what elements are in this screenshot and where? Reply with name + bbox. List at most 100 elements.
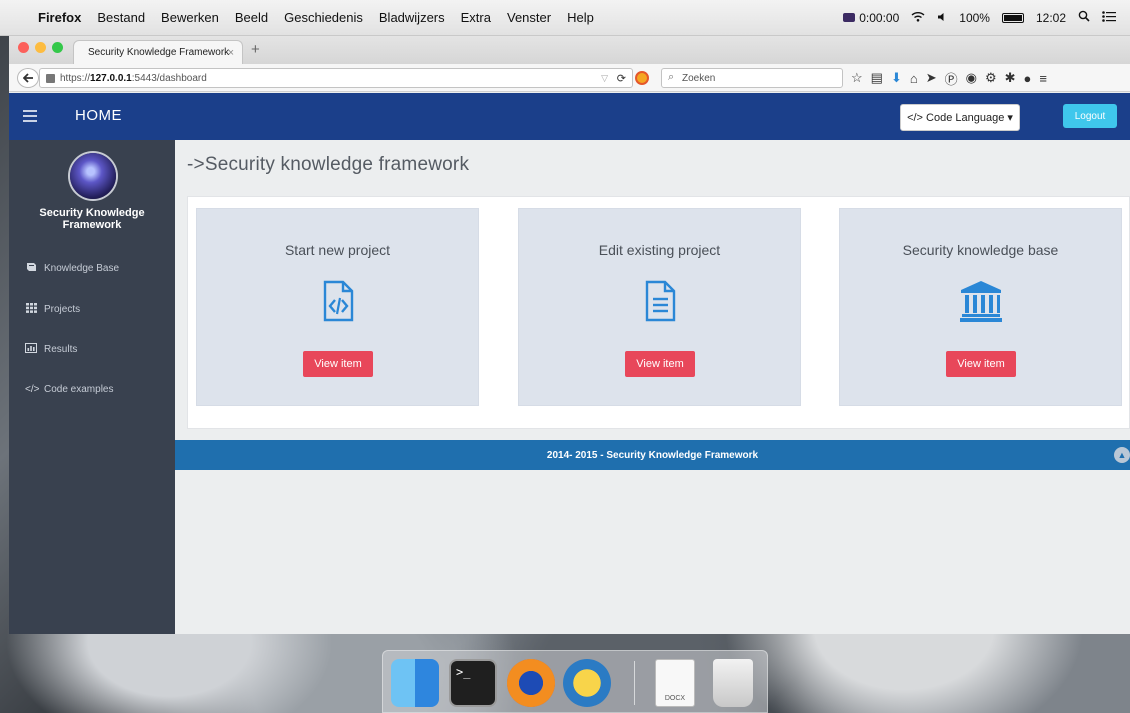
sidebar-item-results[interactable]: Results bbox=[25, 343, 77, 356]
sidebar-item-code-examples[interactable]: </> Code examples bbox=[25, 384, 113, 395]
grid-icon bbox=[25, 303, 37, 316]
window-controls bbox=[18, 42, 63, 53]
send-icon[interactable]: ➤ bbox=[926, 70, 937, 86]
menu-bladwijzers[interactable]: Bladwijzers bbox=[379, 10, 445, 25]
sidebar-item-knowledge-base[interactable]: Knowledge Base bbox=[25, 262, 119, 275]
battery-icon[interactable] bbox=[1001, 12, 1024, 23]
logout-button[interactable]: Logout bbox=[1063, 104, 1117, 128]
code-file-icon bbox=[323, 280, 354, 322]
card-title: Security knowledge base bbox=[902, 242, 1059, 258]
minimize-window-button[interactable] bbox=[35, 42, 46, 53]
recording-status[interactable]: 0:00:00 bbox=[843, 11, 899, 25]
chart-icon bbox=[25, 343, 37, 356]
sidebar-item-label: Knowledge Base bbox=[44, 263, 120, 274]
download-icon[interactable]: ⬇ bbox=[891, 70, 902, 86]
tab-title: Security Knowledge Framework bbox=[88, 47, 230, 58]
menu-bestand[interactable]: Bestand bbox=[97, 10, 145, 25]
search-icon: ⌕ bbox=[668, 71, 675, 83]
url-bar[interactable]: https:// 127.0.0.1 :5443/dashboard ▽ ⟳ bbox=[39, 68, 633, 88]
close-window-button[interactable] bbox=[18, 42, 29, 53]
main-content: ->Security knowledge framework Start new… bbox=[175, 140, 1130, 634]
view-item-button[interactable]: View item bbox=[303, 351, 373, 377]
spotlight-icon[interactable] bbox=[1078, 10, 1090, 25]
sidebar-brand: Security Knowledge Framework bbox=[39, 207, 145, 231]
menu-bewerken[interactable]: Bewerken bbox=[161, 10, 219, 25]
notification-center-icon[interactable] bbox=[1102, 10, 1116, 25]
dock: >_ DOCX bbox=[382, 650, 768, 713]
menu-extra[interactable]: Extra bbox=[461, 10, 491, 25]
dock-firefox-icon[interactable] bbox=[507, 659, 555, 707]
reload-icon[interactable]: ⟳ bbox=[617, 72, 626, 85]
search-placeholder: Zoeken bbox=[682, 72, 716, 84]
search-bar[interactable]: ⌕ Zoeken bbox=[661, 68, 843, 88]
screen-record-icon bbox=[843, 13, 856, 22]
card-edit-existing-project: Edit existing project View item bbox=[518, 208, 801, 406]
top-navbar: HOME </> Code Language ▾ Logout bbox=[9, 93, 1130, 140]
bookmark-star-icon[interactable]: ☆ bbox=[851, 70, 863, 86]
menu-app-name[interactable]: Firefox bbox=[38, 10, 81, 25]
wifi-icon[interactable] bbox=[911, 11, 925, 25]
recording-time: 0:00:00 bbox=[859, 10, 900, 25]
home-title[interactable]: HOME bbox=[75, 107, 122, 124]
book-icon bbox=[25, 262, 37, 275]
view-item-button[interactable]: View item bbox=[625, 351, 695, 377]
dock-finder-icon[interactable] bbox=[391, 659, 439, 707]
url-prefix: https:// bbox=[60, 72, 91, 84]
web-app: HOME </> Code Language ▾ Logout Security… bbox=[9, 93, 1130, 634]
addon-p-icon[interactable]: Ⓟ bbox=[945, 69, 958, 88]
card-start-new-project: Start new project View item bbox=[196, 208, 479, 406]
skf-logo bbox=[70, 153, 116, 199]
menu-icon[interactable]: ≡ bbox=[1039, 71, 1047, 86]
menu-geschiedenis[interactable]: Geschiedenis bbox=[284, 10, 363, 25]
back-arrow-icon bbox=[22, 73, 33, 83]
toolbar-icons: ☆ ▤ ⬇ ⌂ ➤ Ⓟ ◉ ⚙ ✱ ● ≡ bbox=[851, 68, 1047, 88]
navigation-bar: https:// 127.0.0.1 :5443/dashboard ▽ ⟳ ⌕… bbox=[9, 64, 1130, 92]
tab-security-knowledge-framework[interactable]: Security Knowledge Framework × bbox=[73, 40, 243, 64]
menu-help[interactable]: Help bbox=[567, 10, 594, 25]
new-tab-button[interactable]: + bbox=[251, 41, 260, 58]
back-button[interactable] bbox=[17, 68, 39, 88]
addon-circle-icon[interactable]: ◉ bbox=[966, 70, 977, 86]
addon-gear-icon[interactable]: ⚙ bbox=[985, 70, 997, 86]
volume-icon[interactable] bbox=[937, 11, 947, 25]
hamburger-menu-icon[interactable] bbox=[23, 110, 37, 125]
battery-percent: 100% bbox=[959, 10, 990, 25]
dashboard-panel: Start new project View item Edit existin… bbox=[187, 196, 1130, 429]
code-icon: </> bbox=[25, 384, 40, 395]
home-icon[interactable]: ⌂ bbox=[910, 71, 918, 86]
addon-block-icon[interactable] bbox=[635, 71, 649, 85]
menubar: Firefox Bestand Bewerken Beeld Geschiede… bbox=[0, 0, 1130, 36]
status-area: 0:00:00 100% 12:02 bbox=[843, 10, 1116, 25]
sidebar-item-label: Results bbox=[44, 344, 78, 355]
tab-close-icon[interactable]: × bbox=[228, 47, 234, 59]
url-history-dropdown-icon[interactable]: ▽ bbox=[601, 73, 608, 84]
lock-icon bbox=[46, 73, 55, 83]
sidebar: Security Knowledge Framework Knowledge B… bbox=[9, 140, 175, 634]
url-path: :5443/dashboard bbox=[131, 72, 207, 84]
scroll-to-top-button[interactable]: ▲ bbox=[1114, 447, 1130, 463]
card-title: Edit existing project bbox=[598, 242, 721, 258]
dock-separator bbox=[634, 661, 635, 705]
dock-trash-icon[interactable] bbox=[713, 659, 753, 707]
sidebar-item-projects[interactable]: Projects bbox=[25, 303, 80, 316]
institution-icon bbox=[960, 281, 1002, 322]
footer: 2014- 2015 - Security Knowledge Framewor… bbox=[175, 440, 1130, 470]
chat-icon[interactable]: ● bbox=[1024, 71, 1032, 86]
view-item-button[interactable]: View item bbox=[946, 351, 1016, 377]
menu-venster[interactable]: Venster bbox=[507, 10, 551, 25]
addon-puzzle-icon[interactable]: ✱ bbox=[1005, 70, 1016, 86]
dock-webgrabber-icon[interactable] bbox=[563, 659, 611, 707]
card-title: Start new project bbox=[284, 242, 391, 258]
code-language-dropdown[interactable]: </> Code Language ▾ bbox=[900, 104, 1020, 131]
sidebar-item-label: Projects bbox=[44, 304, 81, 315]
menu-beeld[interactable]: Beeld bbox=[235, 10, 268, 25]
dock-docx-file-icon[interactable]: DOCX bbox=[655, 659, 695, 707]
card-security-knowledge-base: Security knowledge base View item bbox=[839, 208, 1122, 406]
maximize-window-button[interactable] bbox=[52, 42, 63, 53]
browser-window: Security Knowledge Framework × + https:/… bbox=[9, 36, 1130, 634]
sidebar-item-label: Code examples bbox=[44, 384, 114, 395]
clock[interactable]: 12:02 bbox=[1036, 11, 1066, 25]
dock-terminal-icon[interactable]: >_ bbox=[449, 659, 497, 707]
reading-list-icon[interactable]: ▤ bbox=[871, 70, 883, 86]
page-title: ->Security knowledge framework bbox=[187, 154, 470, 175]
